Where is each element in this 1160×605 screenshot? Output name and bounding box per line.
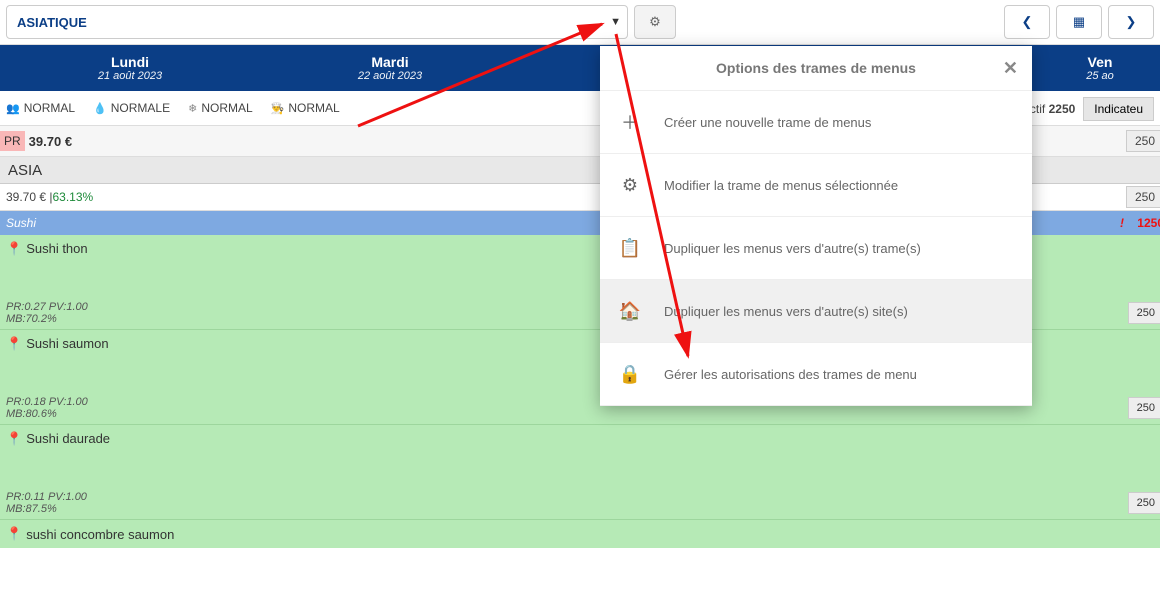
panel-item-icon: ⚙ <box>618 175 642 196</box>
options-button[interactable]: ⚙ <box>634 5 676 39</box>
gear-icon: ⚙ <box>649 14 661 30</box>
panel-item[interactable]: ⚙ Modifier la trame de menus sélectionnée <box>600 154 1032 217</box>
panel-item-icon: 📋 <box>618 238 642 259</box>
panel-item-label: Créer une nouvelle trame de menus <box>664 115 871 130</box>
people-icon: 👥 <box>6 102 20 115</box>
pin-icon: 📍 <box>6 431 22 446</box>
chevron-right-icon: ❯ <box>1126 14 1137 30</box>
info-badge: 💧NORMALE <box>93 101 170 115</box>
menu-item-footer: PR:0.11 PV:1.00MB:87.5%250 <box>0 489 1160 519</box>
trame-select[interactable]: ASIATIQUE ▼ <box>6 5 628 39</box>
pin-icon: 📍 <box>6 526 22 542</box>
day-date: 22 août 2023 <box>358 70 422 82</box>
close-icon[interactable]: ✕ <box>1003 58 1018 79</box>
snow-icon: ❄ <box>188 102 197 115</box>
panel-title: Options des trames de menus ✕ <box>600 46 1032 91</box>
pin-icon: 📍 <box>6 336 22 351</box>
pr-price: 39.70 € <box>29 134 72 149</box>
prev-week-button[interactable]: ❮ <box>1004 5 1050 39</box>
panel-item-icon: 🏠 <box>618 301 642 322</box>
chevron-left-icon: ❮ <box>1022 14 1033 30</box>
item-qty[interactable]: 250 <box>1128 302 1160 324</box>
caret-down-icon: ▼ <box>610 16 621 28</box>
drop-icon: 💧 <box>93 102 107 115</box>
options-panel: Options des trames de menus ✕ ＋ Créer une… <box>600 46 1032 406</box>
trame-select-label: ASIATIQUE <box>17 15 87 30</box>
panel-item-label: Dupliquer les menus vers d'autre(s) site… <box>664 304 908 319</box>
pin-icon: 📍 <box>6 241 22 256</box>
warning-icon: ! <box>1120 216 1124 230</box>
day-date: 25 ao <box>1086 70 1114 82</box>
menu-item[interactable]: 📍Sushi daurade PR:0.11 PV:1.00MB:87.5%250 <box>0 425 1160 520</box>
group-qty: 1250 <box>1137 216 1160 230</box>
panel-item[interactable]: 🔒 Gérer les autorisations des trames de m… <box>600 343 1032 406</box>
next-week-button[interactable]: ❯ <box>1108 5 1154 39</box>
chef-icon: 👨‍🍳 <box>271 102 285 115</box>
pr-badge: PR <box>0 131 25 151</box>
menu-item[interactable]: 📍sushi concombre saumon <box>0 520 1160 548</box>
stat-qty[interactable]: 250 <box>1126 186 1160 208</box>
panel-item[interactable]: 📋 Dupliquer les menus vers d'autre(s) tra… <box>600 217 1032 280</box>
calendar-button[interactable]: ▦ <box>1056 5 1102 39</box>
info-badge: ❄NORMAL <box>188 101 253 115</box>
panel-item-icon: 🔒 <box>618 364 642 385</box>
calendar-icon: ▦ <box>1073 14 1085 30</box>
day-date: 21 août 2023 <box>98 70 162 82</box>
panel-item-label: Dupliquer les menus vers d'autre(s) tram… <box>664 241 921 256</box>
indicateur-button[interactable]: Indicateu <box>1083 97 1154 121</box>
menu-item-title: 📍Sushi daurade <box>0 425 1160 447</box>
info-badge: 👨‍🍳NORMAL <box>271 101 340 115</box>
day-name: Mardi <box>371 54 408 70</box>
info-badge: 👥NORMAL <box>6 101 75 115</box>
panel-item-label: Modifier la trame de menus sélectionnée <box>664 178 898 193</box>
panel-item-icon: ＋ <box>618 109 642 135</box>
panel-item[interactable]: ＋ Créer une nouvelle trame de menus <box>600 91 1032 154</box>
panel-item-label: Gérer les autorisations des trames de me… <box>664 367 917 382</box>
panel-item[interactable]: 🏠 Dupliquer les menus vers d'autre(s) sit… <box>600 280 1032 343</box>
day-name: Ven <box>1088 54 1113 70</box>
pr-qty[interactable]: 250 <box>1126 130 1160 152</box>
item-qty[interactable]: 250 <box>1128 492 1160 514</box>
item-qty[interactable]: 250 <box>1128 397 1160 419</box>
day-name: Lundi <box>111 54 149 70</box>
